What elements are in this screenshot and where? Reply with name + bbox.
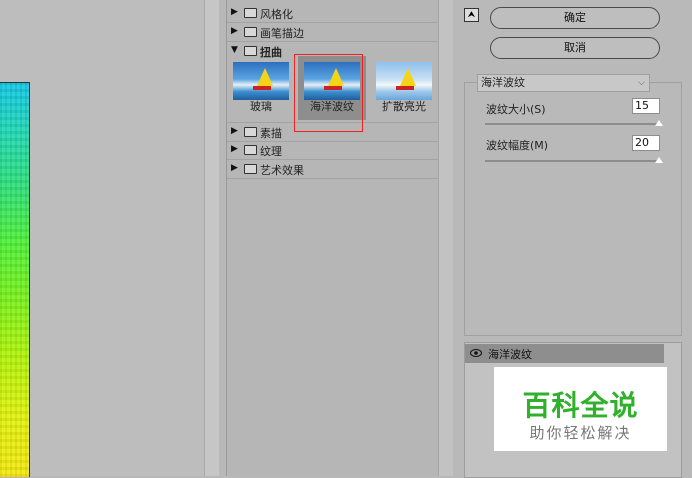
chevron-down-icon: ⌵ <box>638 78 645 88</box>
category-label: 风格化 <box>260 8 293 21</box>
ripple-size-slider-track[interactable] <box>485 123 661 125</box>
eye-icon[interactable] <box>470 348 482 358</box>
folder-icon <box>244 164 257 174</box>
preview-panel <box>0 0 219 476</box>
expand-arrow-icon: ▶ <box>231 26 238 36</box>
filter-select[interactable]: 海洋波纹 ⌵ <box>477 74 650 92</box>
selection-highlight-box <box>294 54 363 132</box>
thumb-glass-label: 玻璃 <box>250 100 272 113</box>
category-texture[interactable]: ▶ 纹理 <box>227 141 439 160</box>
watermark-subtitle: 助你轻松解决 <box>529 424 632 442</box>
preview-scrollbar[interactable] <box>204 0 219 476</box>
ripple-size-slider-thumb[interactable] <box>655 120 663 126</box>
filter-settings-group <box>464 82 682 336</box>
category-artistic[interactable]: ▶ 艺术效果 <box>227 160 439 179</box>
effect-layer-label: 海洋波纹 <box>488 348 532 361</box>
folder-icon <box>244 145 257 155</box>
folder-icon <box>244 127 257 137</box>
ripple-size-label: 波纹大小(S) <box>486 103 546 116</box>
expand-arrow-icon: ▶ <box>231 126 238 136</box>
sail-icon <box>400 68 416 86</box>
category-label: 素描 <box>260 127 282 140</box>
preview-image[interactable] <box>0 82 30 477</box>
expand-arrow-icon: ▶ <box>231 144 238 154</box>
hull-icon <box>253 86 271 90</box>
category-label: 扭曲 <box>260 46 282 59</box>
gallery-scrollbar[interactable] <box>438 0 453 476</box>
expand-arrow-icon: ▶ <box>231 163 238 173</box>
category-label: 纹理 <box>260 145 282 158</box>
collapse-arrow-icon: ▼ <box>231 45 238 55</box>
category-label: 艺术效果 <box>260 164 304 177</box>
folder-icon <box>244 8 257 18</box>
ok-button[interactable]: 确定 <box>490 7 660 29</box>
thumb-diffuse-glow-label: 扩散亮光 <box>382 100 426 113</box>
folder-open-icon <box>244 46 257 56</box>
sail-icon <box>257 68 273 86</box>
category-stylize[interactable]: ▶ 风格化 <box>227 4 439 23</box>
category-label: 画笔描边 <box>260 27 304 40</box>
filter-select-value: 海洋波纹 <box>481 76 525 89</box>
category-brush-strokes[interactable]: ▶ 画笔描边 <box>227 23 439 42</box>
cancel-button[interactable]: 取消 <box>490 37 660 59</box>
ripple-magnitude-slider-thumb[interactable] <box>655 157 663 163</box>
thumb-glass[interactable] <box>233 62 289 100</box>
hull-icon <box>396 86 414 90</box>
watermark-title: 百科全说 <box>522 389 639 422</box>
ripple-magnitude-input[interactable]: 20 <box>632 135 660 151</box>
ripple-magnitude-slider-track[interactable] <box>485 160 661 162</box>
folder-icon <box>244 27 257 37</box>
ripple-magnitude-label: 波纹幅度(M) <box>486 139 549 152</box>
ripple-size-input[interactable]: 15 <box>632 98 660 114</box>
expand-arrow-icon: ▶ <box>231 7 238 17</box>
collapse-gallery-icon[interactable]: ⮝ <box>464 8 479 22</box>
thumb-diffuse-glow[interactable] <box>376 62 432 100</box>
